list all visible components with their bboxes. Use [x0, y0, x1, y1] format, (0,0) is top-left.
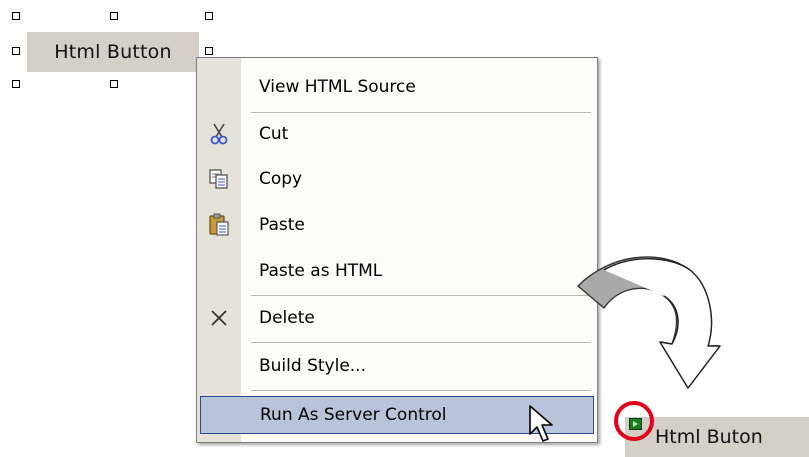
selection-handle-middle-left[interactable]	[12, 47, 20, 55]
scissors-icon	[205, 120, 233, 148]
menu-separator	[251, 112, 591, 113]
menu-item-paste[interactable]: Paste	[197, 205, 597, 245]
menu-item-delete[interactable]: Delete	[197, 298, 597, 338]
copy-icon	[205, 165, 233, 193]
annotation-circle	[614, 401, 654, 441]
menu-separator	[251, 342, 591, 343]
menu-item-label: Build Style...	[259, 356, 366, 376]
html-button-label: Html Button	[54, 41, 172, 63]
menu-item-build-style[interactable]: Build Style...	[197, 346, 597, 386]
menu-item-label: Delete	[259, 308, 315, 328]
server-control-button-label: Html Buton	[655, 426, 763, 448]
menu-item-label: Cut	[259, 124, 289, 144]
selection-handle-top-left[interactable]	[12, 12, 20, 20]
mouse-cursor-icon	[529, 405, 553, 442]
context-menu: View HTML Source Cut Copy Paste Paste as…	[196, 57, 598, 443]
menu-item-label: View HTML Source	[259, 77, 416, 97]
selection-handle-top-right[interactable]	[205, 12, 213, 20]
menu-item-label: Run As Server Control	[260, 405, 447, 425]
menu-item-label: Paste	[259, 215, 305, 235]
curved-arrow-icon	[577, 256, 721, 389]
menu-separator	[251, 295, 591, 296]
menu-separator	[251, 390, 591, 391]
selection-handle-bottom-center[interactable]	[110, 80, 118, 88]
clipboard-icon	[205, 211, 233, 239]
delete-x-icon	[205, 304, 233, 332]
html-button[interactable]: Html Button	[27, 32, 199, 72]
menu-item-copy[interactable]: Copy	[197, 159, 597, 199]
menu-item-view-html-source[interactable]: View HTML Source	[197, 67, 597, 107]
menu-item-cut[interactable]: Cut	[197, 114, 597, 154]
menu-item-paste-as-html[interactable]: Paste as HTML	[197, 251, 597, 291]
selection-handle-top-center[interactable]	[110, 12, 118, 20]
menu-item-label: Paste as HTML	[259, 261, 383, 281]
menu-item-label: Copy	[259, 169, 303, 189]
selection-handle-bottom-left[interactable]	[12, 80, 20, 88]
selection-handle-middle-right[interactable]	[205, 47, 213, 55]
